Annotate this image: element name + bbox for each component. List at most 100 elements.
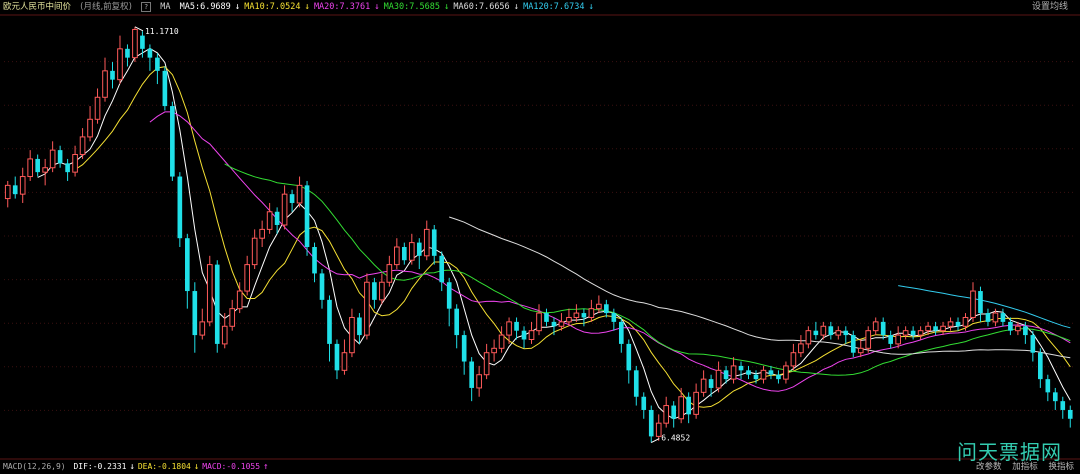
- min-price-label: 6.4852: [661, 434, 690, 443]
- candle-body-down: [776, 374, 781, 380]
- candle-body-up: [49, 149, 56, 169]
- candle-body-down: [723, 370, 729, 380]
- candle-body-up: [281, 193, 288, 226]
- candle-body-up: [820, 325, 827, 336]
- candle-body-down: [439, 255, 445, 283]
- candle-body-up: [730, 365, 737, 380]
- candle-body-down: [334, 343, 340, 371]
- candle-body-up: [596, 303, 602, 310]
- candle-body-down: [1038, 352, 1043, 380]
- candle-body-up: [498, 334, 505, 349]
- candle-body-up: [491, 347, 497, 354]
- candle-body-down: [319, 273, 325, 300]
- candle-body-down: [708, 379, 714, 388]
- candle-body-up: [117, 48, 123, 81]
- candle-body-down: [850, 335, 856, 353]
- candle-body-down: [933, 326, 938, 331]
- candle-body-up: [902, 330, 909, 336]
- candle-body-up: [865, 330, 872, 349]
- candle-body-up: [528, 330, 535, 340]
- candle-body-up: [872, 321, 879, 332]
- candle-body-up: [566, 316, 572, 323]
- candle-body-up: [94, 96, 101, 120]
- candle-body-down: [461, 335, 467, 362]
- candle-body-up: [386, 264, 393, 283]
- candle-body-down: [910, 330, 916, 336]
- candle-body-down: [446, 282, 452, 309]
- candle-body-up: [790, 352, 797, 367]
- candle-body-down: [633, 370, 639, 397]
- candle-body-up: [700, 378, 707, 393]
- candle-body-down: [431, 229, 437, 256]
- candle-body-up: [476, 374, 482, 389]
- candle-body-up: [296, 184, 303, 204]
- candle-body-up: [379, 281, 385, 301]
- candle-body-up: [835, 330, 842, 336]
- candle-body-up: [221, 325, 228, 345]
- candle-body-up: [798, 343, 804, 354]
- candle-body-up: [349, 316, 355, 354]
- candle-body-up: [506, 321, 512, 336]
- candle-body-up: [895, 334, 901, 345]
- candle-body-down: [880, 321, 886, 336]
- macd-legend-item-0: DIF:-0.2331: [73, 462, 127, 471]
- candle-body-up: [72, 154, 78, 173]
- min-marker-line: [651, 438, 660, 443]
- candle-body-down: [140, 35, 145, 49]
- candle-body-down: [611, 313, 617, 322]
- candle-body-up: [947, 321, 954, 327]
- candle-body-up: [236, 290, 243, 310]
- candle-body-down: [1000, 313, 1006, 322]
- candle-body-up: [19, 176, 26, 195]
- candle-body-down: [65, 163, 70, 173]
- ma-line-ma10: [74, 66, 1071, 408]
- candle-body-down: [289, 194, 295, 203]
- candle-body-down: [125, 48, 130, 58]
- candle-body-up: [251, 237, 258, 266]
- candle-body-down: [828, 326, 834, 336]
- candle-body-up: [1015, 325, 1021, 332]
- candle-body-down: [955, 321, 961, 327]
- candle-body-down: [641, 396, 647, 410]
- candle-body-down: [618, 321, 624, 344]
- macd-legend: DIF:-0.2331 ↓ DEA:-0.1804 ↓ MACD:-0.1055 ↑: [73, 462, 271, 472]
- candle-body-down: [1045, 379, 1051, 393]
- candle-body-up: [42, 167, 48, 173]
- candle-body-up: [715, 369, 722, 389]
- candle-body-down: [1060, 401, 1066, 410]
- candle-body-up: [408, 242, 415, 261]
- candle-body-down: [604, 304, 609, 314]
- candle-body-down: [155, 57, 160, 71]
- candle-body-up: [341, 352, 348, 371]
- candle-body-up: [992, 312, 999, 323]
- candle-body-down: [327, 299, 332, 344]
- macd-legend-item-arrow-icon: ↓: [129, 462, 135, 472]
- candle-body-down: [147, 48, 153, 58]
- candle-body-down: [581, 313, 587, 318]
- candle-body-down: [1067, 409, 1073, 419]
- macd-legend-item-2: MACD:-0.1055: [202, 462, 261, 471]
- candle-body-down: [544, 313, 549, 322]
- candle-body-down: [671, 405, 677, 419]
- candle-body-up: [940, 325, 946, 332]
- candle-body-up: [244, 264, 251, 292]
- candle-body-up: [423, 228, 430, 257]
- macd-legend-item-1: DEA:-0.1804: [137, 462, 191, 471]
- candle-body-up: [394, 246, 400, 266]
- candle-body-down: [888, 335, 893, 344]
- candle-body-up: [259, 228, 265, 239]
- candle-body-up: [693, 391, 699, 415]
- ma-line-ma60: [449, 216, 1071, 359]
- candle-body-up: [536, 312, 542, 332]
- candle-body-up: [229, 308, 236, 327]
- watermark-logo: 问天票据网: [957, 440, 1062, 464]
- candle-body-down: [985, 313, 991, 322]
- max-price-label: 11.1710: [145, 27, 179, 36]
- macd-legend-item-arrow-icon: ↓: [193, 462, 200, 472]
- candle-body-down: [162, 70, 168, 107]
- candle-body-down: [454, 308, 460, 336]
- macd-label: MACD(12,26,9): [3, 462, 66, 471]
- candlestick-chart[interactable]: 11.1710 6.4852: [0, 0, 1080, 474]
- candle-body-down: [12, 185, 18, 195]
- candle-body-up: [760, 369, 767, 380]
